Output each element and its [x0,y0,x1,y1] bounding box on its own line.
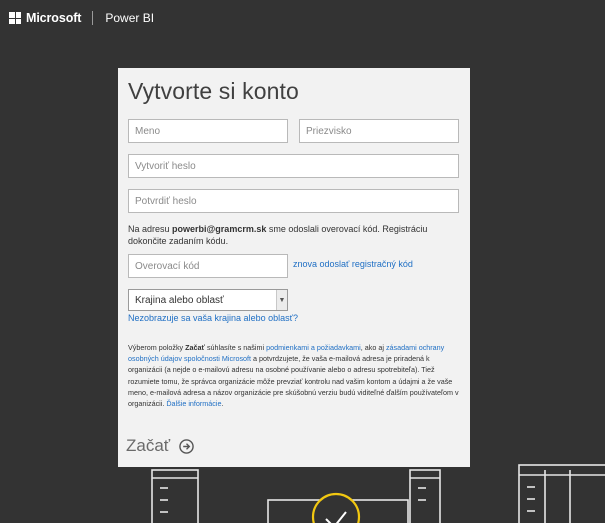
resend-code-link[interactable]: znova odoslať registračný kód [293,259,413,269]
product-name[interactable]: Power BI [105,11,154,25]
first-name-input[interactable] [128,119,288,143]
chevron-down-icon[interactable]: ▼ [276,290,287,310]
verification-info: Na adresu powerbi@gramcrm.sk sme odoslal… [128,223,460,247]
legal-start-word: Začať [185,343,205,352]
info-email: powerbi@gramcrm.sk [172,224,267,234]
legal-part-2: súhlasíte s našimi [204,343,267,352]
verification-code-input[interactable] [128,254,288,278]
microsoft-logo[interactable]: Microsoft [9,11,81,25]
country-select-value: Krajina alebo oblasť [135,294,224,306]
top-bar: Microsoft Power BI [0,0,605,36]
start-button-label: Začať [126,436,171,455]
country-select[interactable]: Krajina alebo oblasť ▼ [128,289,288,311]
page-title: Vytvorte si konto [128,78,299,104]
legal-end: . [221,399,224,409]
arrow-right-circle-icon [179,438,194,454]
more-info-link[interactable]: Ďalšie informácie [166,399,221,408]
start-button[interactable]: Začať [126,436,194,456]
terms-link[interactable]: podmienkami a požiadavkami [266,343,361,352]
legal-part-3: , ako aj [360,343,386,352]
confirm-password-input[interactable] [128,189,459,213]
signup-card: Vytvorte si konto Na adresu powerbi@gram… [118,68,470,467]
microsoft-logo-icon [9,12,21,24]
legal-part-1: Výberom položky [128,343,186,352]
country-missing-link[interactable]: Nezobrazuje sa vaša krajina alebo oblasť… [128,313,298,323]
legal-text: Výberom položky Začať súhlasíte s našimi… [128,342,460,409]
brand-name: Microsoft [26,11,82,25]
info-prefix: Na adresu [128,224,173,234]
last-name-input[interactable] [299,119,459,143]
password-input[interactable] [128,154,459,178]
header-divider [92,11,94,25]
